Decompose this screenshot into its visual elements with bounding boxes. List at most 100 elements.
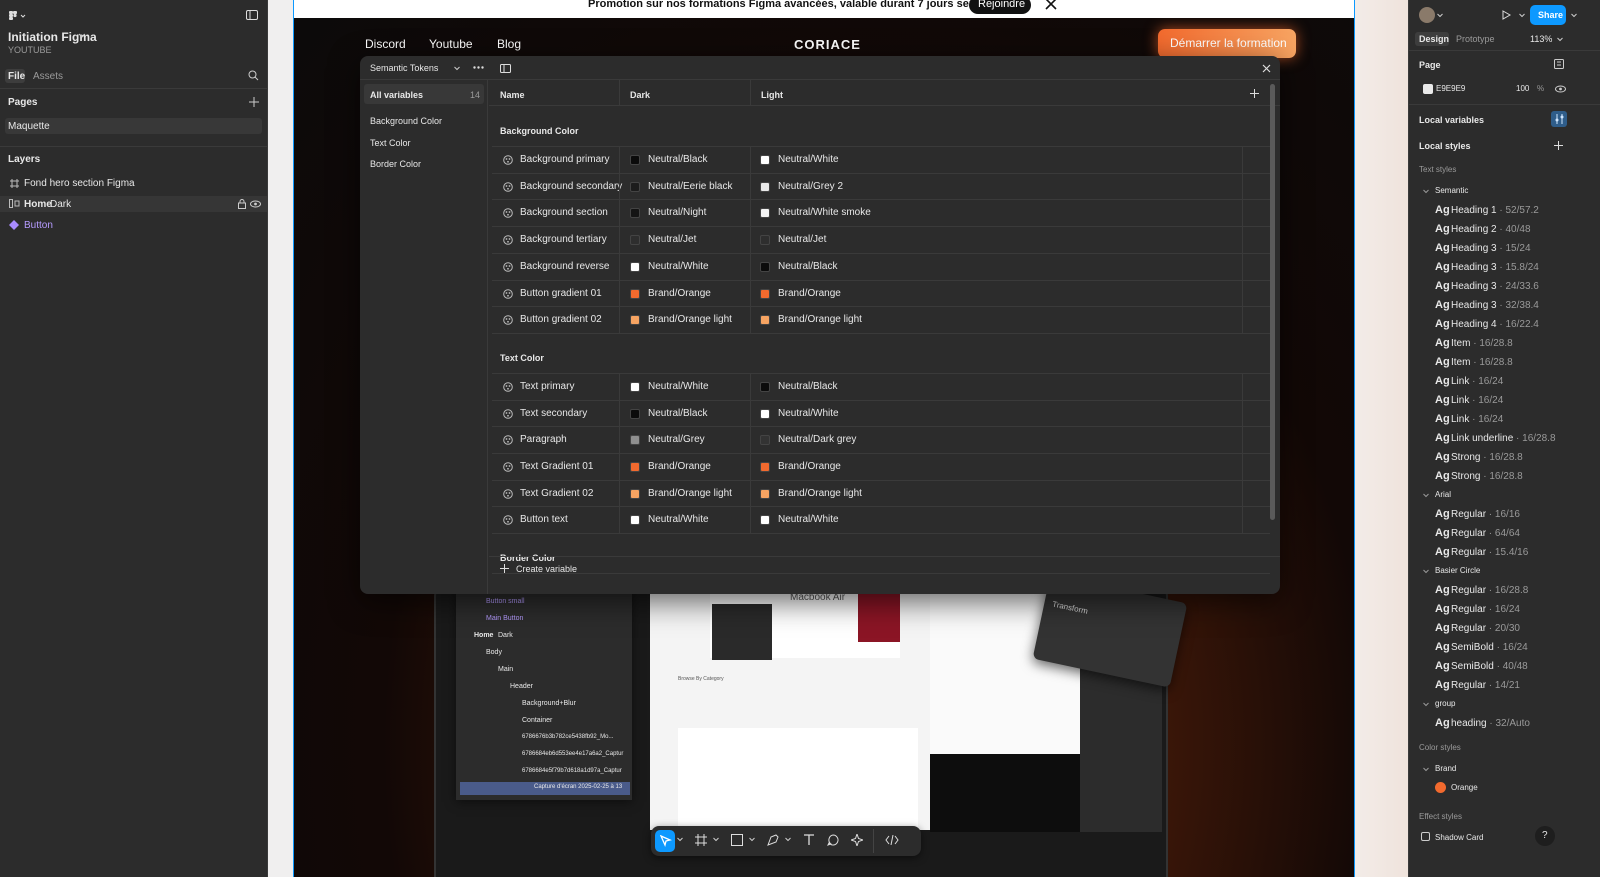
text-style-item[interactable]: Strong · 16/28.8 [1451, 452, 1523, 463]
close-icon[interactable] [1262, 64, 1271, 73]
layer-item[interactable]: Fond hero section Figma [24, 178, 135, 189]
plus-icon[interactable] [500, 564, 509, 573]
text-style-item[interactable]: Regular · 16/16 [1451, 509, 1520, 520]
text-style-item[interactable]: Regular · 20/30 [1451, 623, 1520, 634]
add-page-icon[interactable] [249, 97, 259, 107]
style-group[interactable]: Basier Circle [1435, 566, 1480, 575]
page-color-value[interactable]: E9E9E9 [1436, 84, 1465, 93]
variable-name[interactable]: Background section [520, 207, 608, 218]
light-value[interactable]: Neutral/Grey 2 [778, 181, 843, 192]
variable-name[interactable]: Background secondary [520, 181, 622, 192]
light-value[interactable]: Neutral/Dark grey [778, 434, 856, 445]
tab-prototype[interactable]: Prototype [1456, 34, 1495, 44]
light-value[interactable]: Brand/Orange [778, 288, 841, 299]
text-style-item[interactable]: Heading 3 · 32/38.4 [1451, 300, 1539, 311]
variable-name[interactable]: Background primary [520, 154, 609, 165]
project-name[interactable]: YOUTUBE [8, 45, 52, 55]
more-icon[interactable] [473, 66, 484, 69]
nav-blog[interactable]: Blog [497, 37, 521, 51]
chevron-down-icon[interactable] [1519, 13, 1525, 18]
text-style-item[interactable]: SemiBold · 16/24 [1451, 642, 1528, 653]
text-style-item[interactable]: Item · 16/28.8 [1451, 338, 1513, 349]
text-style-item[interactable]: Item · 16/28.8 [1451, 357, 1513, 368]
color-style-orange[interactable]: Orange [1451, 783, 1478, 792]
eye-icon[interactable] [1555, 85, 1566, 93]
nav-youtube[interactable]: Youtube [429, 37, 473, 51]
chevron-down-icon[interactable] [1423, 493, 1429, 498]
comment-tool-icon[interactable] [827, 834, 839, 846]
search-icon[interactable] [248, 70, 259, 81]
variable-name[interactable]: Paragraph [520, 434, 567, 445]
text-style-item[interactable]: Regular · 16/24 [1451, 604, 1520, 615]
text-style-item[interactable]: Link · 16/24 [1451, 376, 1503, 387]
frame-tool-icon[interactable] [695, 834, 707, 846]
light-value[interactable]: Neutral/Black [778, 381, 837, 392]
variable-name[interactable]: Background reverse [520, 261, 610, 272]
color-group-brand[interactable]: Brand [1435, 764, 1456, 773]
lock-icon[interactable] [238, 199, 246, 209]
sidebar-toggle-icon[interactable] [246, 10, 258, 20]
open-variables-button[interactable] [1551, 111, 1567, 127]
local-variables[interactable]: Local variables [1419, 115, 1484, 125]
variable-name[interactable]: Text Gradient 01 [520, 461, 593, 472]
actions-tool-icon[interactable] [851, 834, 863, 846]
avatar[interactable] [1419, 7, 1435, 23]
sidebar-group-background[interactable]: Background Color [370, 116, 442, 126]
zoom-level[interactable]: 113% [1530, 34, 1552, 44]
chevron-down-icon[interactable] [1423, 702, 1429, 707]
pen-tool-icon[interactable] [767, 834, 779, 846]
tab-file[interactable]: File [8, 71, 25, 82]
sidebar-toggle-icon[interactable] [500, 64, 511, 73]
text-style-item[interactable]: Heading 1 · 52/57.2 [1451, 205, 1539, 216]
dark-value[interactable]: Neutral/Grey [648, 434, 705, 445]
variable-name[interactable]: Text primary [520, 381, 574, 392]
text-style-item[interactable]: SemiBold · 40/48 [1451, 661, 1528, 672]
chevron-down-icon[interactable] [749, 837, 755, 842]
collection-name[interactable]: Semantic Tokens [370, 63, 438, 73]
dark-value[interactable]: Neutral/Eerie black [648, 181, 732, 192]
light-value[interactable]: Neutral/White smoke [778, 207, 871, 218]
text-style-item[interactable]: Strong · 16/28.8 [1451, 471, 1523, 482]
page-opacity[interactable]: 100 [1516, 84, 1529, 93]
share-button[interactable]: Share [1530, 5, 1566, 25]
chevron-down-icon[interactable] [785, 837, 791, 842]
dev-mode-icon[interactable] [885, 835, 899, 845]
text-style-item[interactable]: Heading 3 · 15/24 [1451, 243, 1531, 254]
nav-discord[interactable]: Discord [365, 37, 406, 51]
dark-value[interactable]: Brand/Orange [648, 461, 711, 472]
text-tool-icon[interactable] [803, 834, 815, 846]
chevron-down-icon[interactable] [1437, 13, 1443, 18]
layer-item-home[interactable]: Home [24, 199, 52, 210]
style-group[interactable]: Arial [1435, 490, 1451, 499]
style-group[interactable]: group [1435, 699, 1455, 708]
play-icon[interactable] [1502, 10, 1511, 20]
text-style-item[interactable]: Heading 3 · 24/33.6 [1451, 281, 1539, 292]
dark-value[interactable]: Neutral/Night [648, 207, 706, 218]
chevron-down-icon[interactable] [1423, 569, 1429, 574]
column-light[interactable]: Light [761, 90, 783, 100]
effect-style-shadow-card[interactable]: Shadow Card [1435, 833, 1483, 842]
library-icon[interactable] [1554, 59, 1564, 69]
tab-design[interactable]: Design [1419, 34, 1449, 44]
column-dark[interactable]: Dark [630, 90, 650, 100]
chevron-down-icon[interactable] [1423, 189, 1429, 194]
light-value[interactable]: Neutral/Black [778, 261, 837, 272]
chevron-down-icon[interactable] [454, 66, 460, 71]
figma-menu-icon[interactable] [8, 10, 30, 22]
light-value[interactable]: Brand/Orange light [778, 488, 862, 499]
tab-assets[interactable]: Assets [33, 71, 63, 82]
chevron-down-icon[interactable] [1557, 37, 1563, 42]
chevron-down-icon[interactable] [1423, 767, 1429, 772]
dark-value[interactable]: Brand/Orange light [648, 314, 732, 325]
chevron-down-icon[interactable] [713, 837, 719, 842]
variable-name[interactable]: Text Gradient 02 [520, 488, 593, 499]
text-style-item[interactable]: heading · 32/Auto [1451, 718, 1530, 729]
light-value[interactable]: Neutral/Jet [778, 234, 826, 245]
dark-value[interactable]: Neutral/White [648, 381, 709, 392]
text-style-item[interactable]: Link underline · 16/28.8 [1451, 433, 1556, 444]
text-style-item[interactable]: Regular · 16/28.8 [1451, 585, 1528, 596]
text-style-item[interactable]: Regular · 14/21 [1451, 680, 1520, 691]
create-variable-button[interactable]: Create variable [516, 564, 577, 574]
dark-value[interactable]: Brand/Orange light [648, 488, 732, 499]
variable-name[interactable]: Text secondary [520, 408, 587, 419]
